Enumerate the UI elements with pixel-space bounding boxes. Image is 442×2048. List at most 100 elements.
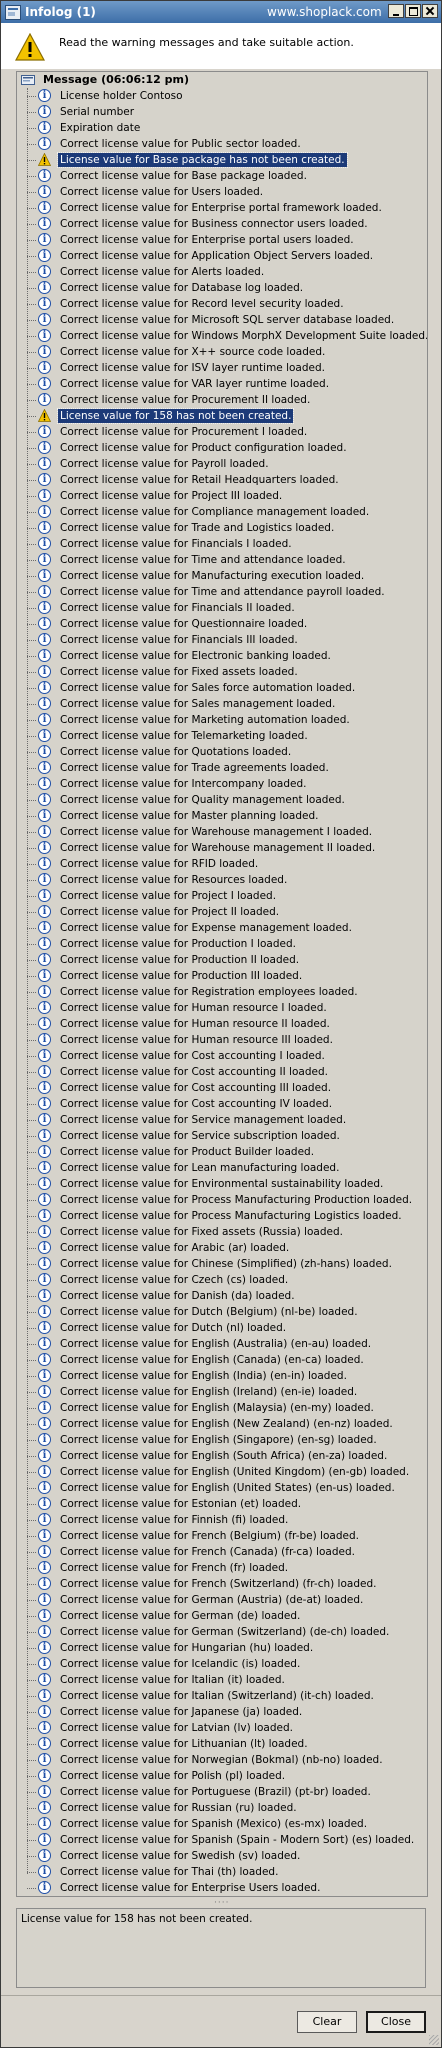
info-message-row[interactable]: i Correct license value for Dutch (Belgiu… xyxy=(17,1304,425,1320)
close-button[interactable]: Close xyxy=(366,2011,426,2033)
clear-button[interactable]: Clear xyxy=(297,2011,357,2033)
info-message-row[interactable]: i Correct license value for Record level … xyxy=(17,296,425,312)
info-message-row[interactable]: i Correct license value for English (Unit… xyxy=(17,1480,425,1496)
info-message-row[interactable]: i Correct license value for Human resourc… xyxy=(17,1016,425,1032)
info-message-row[interactable]: i Correct license value for Financials I … xyxy=(17,536,425,552)
info-message-row[interactable]: i Correct license value for Alerts loaded… xyxy=(17,264,425,280)
info-message-row[interactable]: i Correct license value for Business conn… xyxy=(17,216,425,232)
info-message-row[interactable]: i Correct license value for Project III l… xyxy=(17,488,425,504)
info-message-row[interactable]: i Correct license value for Enterprise po… xyxy=(17,200,425,216)
info-message-row[interactable]: i Correct license value for Chinese (Simp… xyxy=(17,1256,425,1272)
info-message-row[interactable]: i Correct license value for English (Sout… xyxy=(17,1448,425,1464)
info-message-row[interactable]: i Expiration date xyxy=(17,120,425,136)
info-message-row[interactable]: i Correct license value for Questionnaire… xyxy=(17,616,425,632)
info-message-row[interactable]: i Correct license value for Enterprise Us… xyxy=(17,1880,425,1896)
info-message-row[interactable]: i Correct license value for Warehouse man… xyxy=(17,840,425,856)
maximize-button[interactable] xyxy=(405,4,421,18)
tree-root-node[interactable]: Message (06:06:12 pm) xyxy=(19,72,419,88)
info-message-row[interactable]: i Correct license value for Application O… xyxy=(17,248,425,264)
info-message-row[interactable]: i Correct license value for French (fr) l… xyxy=(17,1560,425,1576)
info-message-row[interactable]: i Correct license value for Users loaded. xyxy=(17,184,425,200)
info-message-row[interactable]: i Correct license value for Microsoft SQL… xyxy=(17,312,425,328)
info-message-row[interactable]: i Correct license value for RFID loaded. xyxy=(17,856,425,872)
info-message-row[interactable]: i Correct license value for Database log … xyxy=(17,280,425,296)
info-message-row[interactable]: i Correct license value for Estonian (et)… xyxy=(17,1496,425,1512)
info-message-row[interactable]: i Correct license value for Cost accounti… xyxy=(17,1096,425,1112)
info-message-row[interactable]: i Correct license value for Dutch (nl) lo… xyxy=(17,1320,425,1336)
info-message-row[interactable]: i Correct license value for Financials II… xyxy=(17,632,425,648)
info-message-row[interactable]: i Correct license value for Hungarian (hu… xyxy=(17,1640,425,1656)
info-message-row[interactable]: i Correct license value for Financials II… xyxy=(17,600,425,616)
info-message-row[interactable]: i Correct license value for Windows Morph… xyxy=(17,328,427,344)
info-message-row[interactable]: i Correct license value for Product Build… xyxy=(17,1144,425,1160)
info-message-row[interactable]: i Correct license value for VAR layer run… xyxy=(17,376,425,392)
info-message-row[interactable]: i Correct license value for Spanish (Mexi… xyxy=(17,1816,425,1832)
info-message-row[interactable]: i Correct license value for Project I loa… xyxy=(17,888,425,904)
info-message-row[interactable]: i Correct license value for Telemarketing… xyxy=(17,728,425,744)
info-message-row[interactable]: i Correct license value for Icelandic (is… xyxy=(17,1656,425,1672)
info-message-row[interactable]: i Correct license value for Intercompany … xyxy=(17,776,425,792)
warning-message-row[interactable]: License value for Base package has not b… xyxy=(17,152,425,168)
info-message-row[interactable]: i Correct license value for Warehouse man… xyxy=(17,824,425,840)
info-message-row[interactable]: i Correct license value for Enterprise po… xyxy=(17,232,425,248)
info-message-row[interactable]: i Correct license value for Italian (Swit… xyxy=(17,1688,425,1704)
info-message-row[interactable]: i Correct license value for Cost accounti… xyxy=(17,1048,425,1064)
info-message-row[interactable]: i Correct license value for Registration … xyxy=(17,984,425,1000)
info-message-row[interactable]: i Correct license value for French (Canad… xyxy=(17,1544,425,1560)
info-message-row[interactable]: i Correct license value for Danish (da) l… xyxy=(17,1288,425,1304)
info-message-row[interactable]: i Correct license value for English (Cana… xyxy=(17,1352,425,1368)
message-tree[interactable]: Message (06:06:12 pm) i License holder Co… xyxy=(16,71,428,1897)
info-message-row[interactable]: i Correct license value for Marketing aut… xyxy=(17,712,425,728)
info-message-row[interactable]: i Correct license value for Quotations lo… xyxy=(17,744,425,760)
info-message-row[interactable]: i Correct license value for Lithuanian (l… xyxy=(17,1736,425,1752)
info-message-row[interactable]: i Correct license value for English (New … xyxy=(17,1416,425,1432)
info-message-row[interactable]: i Correct license value for Japanese (ja)… xyxy=(17,1704,425,1720)
info-message-row[interactable]: i Correct license value for Trade and Log… xyxy=(17,520,425,536)
close-window-button[interactable] xyxy=(422,4,438,18)
info-message-row[interactable]: i Correct license value for Resources loa… xyxy=(17,872,425,888)
info-message-row[interactable]: i Correct license value for Process Manuf… xyxy=(17,1192,425,1208)
minimize-button[interactable] xyxy=(388,4,404,18)
info-message-row[interactable]: i Correct license value for Production II… xyxy=(17,952,425,968)
info-message-row[interactable]: i Correct license value for Procurement I… xyxy=(17,424,425,440)
info-message-row[interactable]: i Correct license value for Product confi… xyxy=(17,440,425,456)
info-message-row[interactable]: i Correct license value for Payroll loade… xyxy=(17,456,425,472)
info-message-row[interactable]: i Correct license value for ISV layer run… xyxy=(17,360,425,376)
info-message-row[interactable]: i Correct license value for Process Manuf… xyxy=(17,1208,425,1224)
info-message-row[interactable]: i Correct license value for Swedish (sv) … xyxy=(17,1848,425,1864)
info-message-row[interactable]: i Correct license value for Fixed assets … xyxy=(17,664,425,680)
info-message-row[interactable]: i Correct license value for Base package … xyxy=(17,168,425,184)
info-message-row[interactable]: i Correct license value for Compliance ma… xyxy=(17,504,425,520)
info-message-row[interactable]: i Correct license value for Electronic ba… xyxy=(17,648,425,664)
info-message-row[interactable]: i Correct license value for Latvian (lv) … xyxy=(17,1720,425,1736)
info-message-row[interactable]: i Correct license value for English (Unit… xyxy=(17,1464,425,1480)
info-message-row[interactable]: i Correct license value for Procurement I… xyxy=(17,392,425,408)
info-message-row[interactable]: i Correct license value for Finnish (fi) … xyxy=(17,1512,425,1528)
info-message-row[interactable]: i Correct license value for Thai (th) loa… xyxy=(17,1864,425,1880)
info-message-row[interactable]: i Correct license value for Trade agreeme… xyxy=(17,760,425,776)
info-message-row[interactable]: i Correct license value for Retail Headqu… xyxy=(17,472,425,488)
info-message-row[interactable]: i Correct license value for German (Switz… xyxy=(17,1624,425,1640)
title-bar[interactable]: Infolog (1) www.shoplack.com xyxy=(1,1,441,23)
info-message-row[interactable]: i Correct license value for Environmental… xyxy=(17,1176,425,1192)
info-message-row[interactable]: i Serial number xyxy=(17,104,425,120)
info-message-row[interactable]: i Correct license value for English (Sing… xyxy=(17,1432,425,1448)
resize-grip-icon[interactable] xyxy=(429,2035,439,2045)
info-message-row[interactable]: i Correct license value for Cost accounti… xyxy=(17,1080,425,1096)
info-message-row[interactable]: i Correct license value for Time and atte… xyxy=(17,552,425,568)
info-message-row[interactable]: i Correct license value for X++ source co… xyxy=(17,344,425,360)
info-message-row[interactable]: i Correct license value for Master planni… xyxy=(17,808,425,824)
info-message-row[interactable]: i Correct license value for Sales managem… xyxy=(17,696,425,712)
info-message-row[interactable]: i Correct license value for English (Aust… xyxy=(17,1336,425,1352)
info-message-row[interactable]: i Correct license value for Arabic (ar) l… xyxy=(17,1240,425,1256)
info-message-row[interactable]: i Correct license value for Human resourc… xyxy=(17,1000,425,1016)
info-message-row[interactable]: i Correct license value for Sales force a… xyxy=(17,680,425,696)
info-message-row[interactable]: i Correct license value for German (de) l… xyxy=(17,1608,425,1624)
info-message-row[interactable]: i Correct license value for Lean manufact… xyxy=(17,1160,425,1176)
info-message-row[interactable]: i Correct license value for Quality manag… xyxy=(17,792,425,808)
info-message-row[interactable]: i Correct license value for Production II… xyxy=(17,968,425,984)
warning-message-row[interactable]: License value for 158 has not been creat… xyxy=(17,408,425,424)
info-message-row[interactable]: i Correct license value for English (Irel… xyxy=(17,1384,425,1400)
info-message-row[interactable]: i Correct license value for Cost accounti… xyxy=(17,1064,425,1080)
info-message-row[interactable]: i Correct license value for English (Indi… xyxy=(17,1368,425,1384)
